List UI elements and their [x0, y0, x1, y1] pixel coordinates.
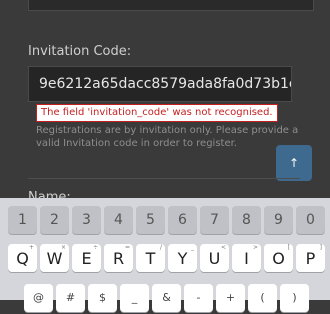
key-dollar[interactable]: $: [88, 284, 117, 312]
key-y-hint: _: [191, 244, 194, 251]
key-u-hint: <: [220, 244, 226, 251]
key-i-label: I: [244, 249, 249, 268]
key-i-hint: >: [252, 244, 258, 251]
key-7[interactable]: 7: [200, 206, 229, 234]
key-p-label: P: [305, 249, 316, 268]
scroll-top-button[interactable]: ↑: [276, 145, 312, 181]
key-6[interactable]: 6: [168, 206, 197, 234]
key-w-label: W: [46, 249, 63, 268]
key-e-label: E: [81, 249, 92, 268]
key-q-label: Q: [16, 249, 29, 268]
key-ampersand[interactable]: &: [152, 284, 181, 312]
key-1[interactable]: 1: [8, 206, 37, 234]
key-8[interactable]: 8: [232, 206, 261, 234]
key-i[interactable]: > I: [232, 244, 261, 272]
key-u-label: U: [208, 249, 221, 268]
invitation-code-input[interactable]: 9e6212a65dacc8579ada8fa0d73b1e: [28, 66, 292, 102]
keyboard-number-row: 1 2 3 4 5 6 7 8 9 0: [0, 206, 330, 236]
section-divider: [28, 178, 300, 179]
keyboard-letter-row: + Q × W ÷ E = R / T _ Y < U > I [O ] P: [0, 244, 330, 274]
key-5[interactable]: 5: [136, 206, 165, 234]
key-o-hint: [: [287, 244, 290, 251]
key-hash[interactable]: #: [56, 284, 85, 312]
key-minus[interactable]: -: [184, 284, 213, 312]
key-p-hint: ]: [319, 244, 322, 251]
key-y-label: Y: [177, 249, 188, 268]
key-r-label: R: [112, 249, 125, 268]
key-4[interactable]: 4: [104, 206, 133, 234]
key-q[interactable]: + Q: [8, 244, 37, 272]
key-o[interactable]: [O: [264, 244, 293, 272]
invitation-help-text: Registrations are by invitation only. Pl…: [36, 125, 299, 149]
key-e-hint: ÷: [92, 244, 98, 251]
key-t[interactable]: / T: [136, 244, 165, 272]
key-2[interactable]: 2: [40, 206, 69, 234]
key-at[interactable]: @: [24, 284, 53, 312]
on-screen-keyboard: 1 2 3 4 5 6 7 8 9 0 + Q × W ÷ E = R / T _ Y < U…: [0, 198, 330, 312]
key-3[interactable]: 3: [72, 206, 101, 234]
key-w-hint: ×: [60, 244, 66, 251]
previous-input-field[interactable]: [28, 0, 314, 11]
key-t-label: T: [145, 249, 156, 268]
key-open-paren[interactable]: (: [248, 284, 277, 312]
arrow-up-icon: ↑: [288, 156, 300, 170]
key-r-hint: =: [124, 244, 130, 251]
key-q-hint: +: [28, 244, 34, 251]
key-r[interactable]: = R: [104, 244, 133, 272]
key-close-paren[interactable]: ): [280, 284, 309, 312]
keyboard-symbol-row: @ # $ _ & - + ( ): [0, 284, 330, 314]
invitation-code-label: Invitation Code:: [28, 44, 132, 59]
key-underscore[interactable]: _: [120, 284, 149, 312]
key-y[interactable]: _ Y: [168, 244, 197, 272]
key-0[interactable]: 0: [296, 206, 325, 234]
key-plus[interactable]: +: [216, 284, 245, 312]
key-u[interactable]: < U: [200, 244, 229, 272]
key-w[interactable]: × W: [40, 244, 69, 272]
key-p[interactable]: ] P: [296, 244, 325, 272]
key-t-hint: /: [159, 244, 162, 251]
key-o-label: O: [272, 249, 285, 268]
key-9[interactable]: 9: [264, 206, 293, 234]
invitation-code-error: The field 'invitation_code' was not reco…: [36, 104, 278, 122]
key-e[interactable]: ÷ E: [72, 244, 101, 272]
